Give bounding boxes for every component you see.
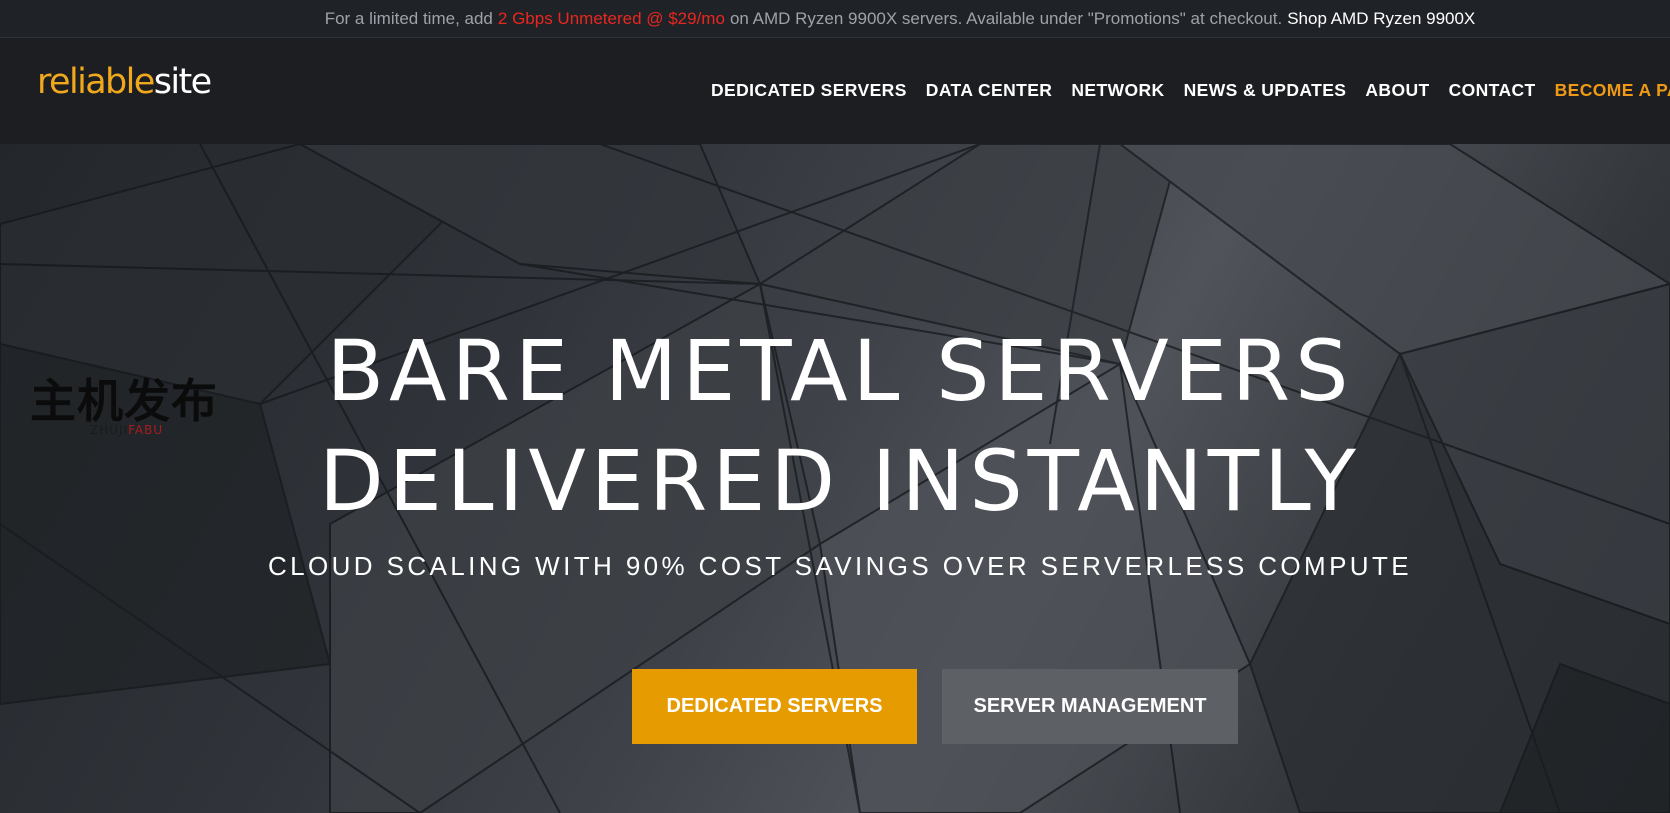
hero-subheadline: CLOUD SCALING WITH 90% COST SAVINGS OVER…: [267, 551, 1413, 581]
nav-about[interactable]: ABOUT: [1365, 80, 1429, 101]
nav-become-partner[interactable]: BECOME A PARTNE: [1555, 80, 1670, 101]
hero-headline-line1: BARE METAL SERVERS: [326, 322, 1354, 420]
promo-suffix: on AMD Ryzen 9900X servers. Available un…: [729, 8, 1283, 28]
page: For a limited time, add 2 Gbps Unmetered…: [0, 0, 1670, 813]
promo-prefix: For a limited time, add: [324, 8, 493, 28]
logo-part-reliable: reliable: [37, 62, 155, 102]
nav-network[interactable]: NETWORK: [1071, 80, 1164, 101]
main-nav: DEDICATED SERVERS DATA CENTER NETWORK NE…: [711, 80, 1670, 101]
server-management-button[interactable]: SERVER MANAGEMENT: [942, 669, 1238, 744]
promo-bar: For a limited time, add 2 Gbps Unmetered…: [0, 0, 1670, 38]
site-logo[interactable]: reliablesite: [37, 62, 212, 102]
hero-headline: BARE METAL SERVERS DELIVERED INSTANTLY: [0, 316, 1670, 536]
promo-highlight: 2 Gbps Unmetered @ $29/mo: [497, 8, 725, 28]
site-header: reliablesite DEDICATED SERVERS DATA CENT…: [0, 39, 1670, 144]
nav-news-updates[interactable]: NEWS & UPDATES: [1184, 80, 1347, 101]
nav-data-center[interactable]: DATA CENTER: [926, 80, 1053, 101]
nav-contact[interactable]: CONTACT: [1449, 80, 1536, 101]
nav-dedicated-servers[interactable]: DEDICATED SERVERS: [711, 80, 907, 101]
hero-headline-line2: DELIVERED INSTANTLY: [319, 432, 1361, 530]
logo-part-site: site: [153, 62, 212, 102]
shop-ryzen-link[interactable]: Shop AMD Ryzen 9900X: [1287, 9, 1475, 29]
dedicated-servers-button[interactable]: DEDICATED SERVERS: [632, 669, 917, 744]
